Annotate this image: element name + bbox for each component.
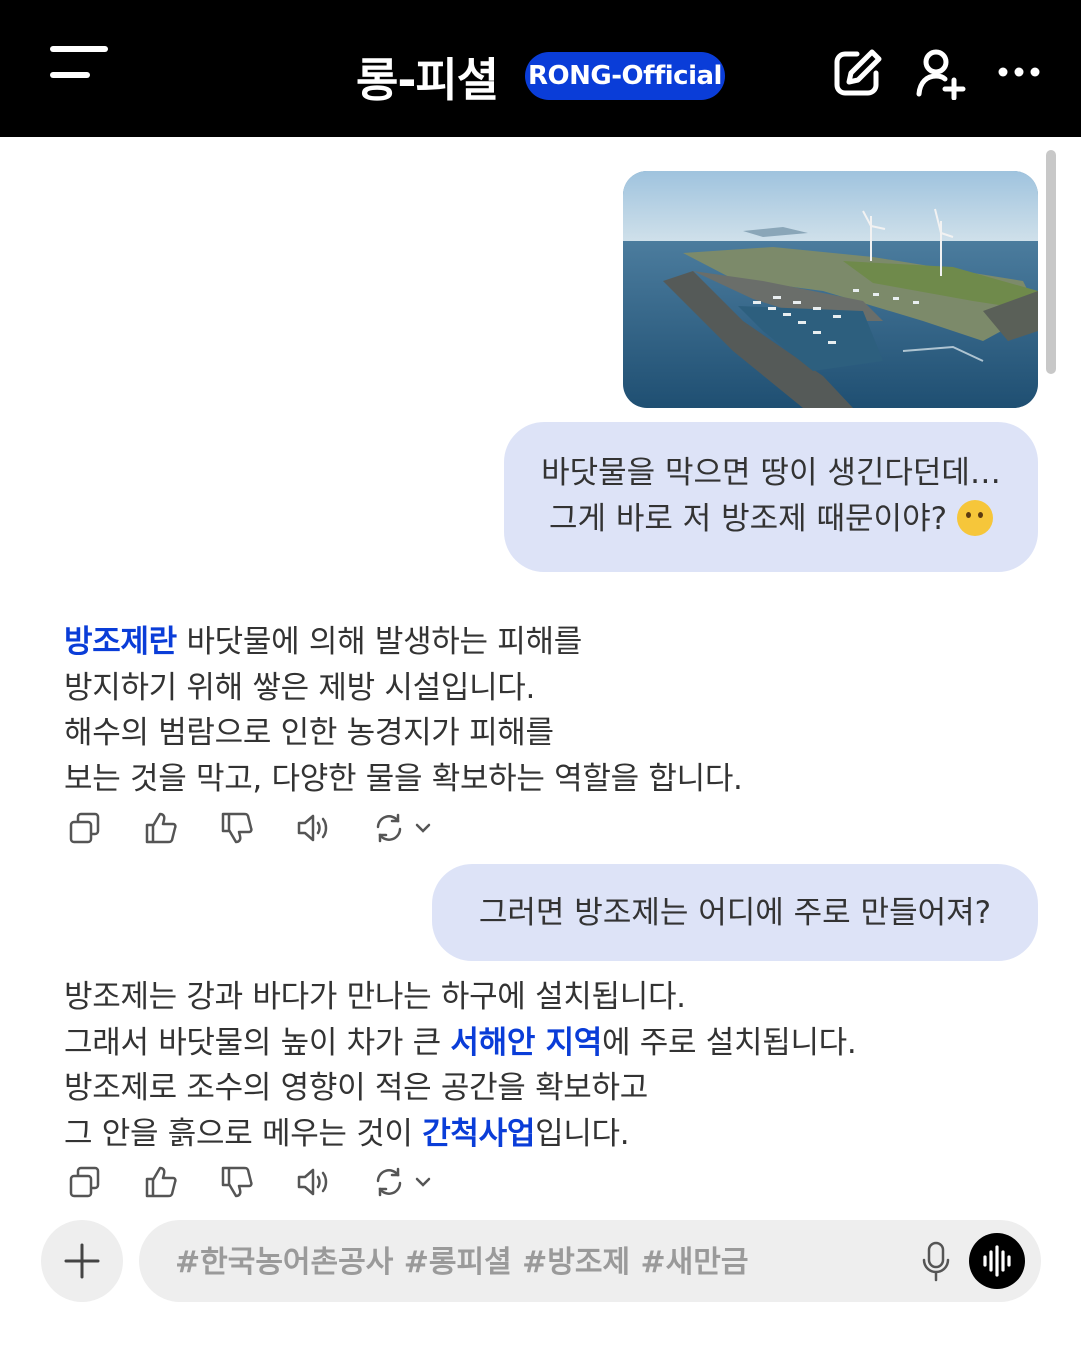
answer-line: 방조제란 바닷물에 의해 발생하는 피해를 [64,620,743,666]
official-badge: RONG-Official [525,52,725,100]
seawall-photo[interactable] [623,171,1038,408]
copy-icon[interactable] [66,810,104,846]
answer-text: 그래서 바닷물의 높이 차가 큰 [64,1024,451,1061]
answer-text: 에 주로 설치됩니다. [602,1024,857,1061]
more-icon[interactable] [994,46,1048,100]
regenerate-icon[interactable] [370,1164,440,1200]
speaker-icon[interactable] [294,1164,332,1200]
voice-mode-button[interactable] [969,1233,1025,1289]
top-bar: 롱-피셜 RONG-Official [0,0,1081,137]
message-input[interactable] [173,1220,917,1304]
answer-line: 그 안을 흙으로 메우는 것이 간척사업입니다. [64,1112,856,1158]
copy-icon[interactable] [66,1164,104,1200]
user-message-text: 그게 바로 저 방조제 때문이야? [548,501,948,537]
answer-text: 바닷물에 의해 발생하는 피해를 [176,624,582,660]
assistant-message: 방조제란 바닷물에 의해 발생하는 피해를 방지하기 위해 쌓은 제방 시설입니… [64,620,743,802]
answer-line: 방조제는 강과 바다가 만나는 하구에 설치됩니다. [64,979,686,1015]
regenerate-icon[interactable] [370,810,440,846]
message-actions [66,810,446,846]
answer-line: 그래서 바닷물의 높이 차가 큰 서해안 지역에 주로 설치됩니다. [64,1021,857,1067]
chat-title: 롱-피셜 [356,53,499,107]
sound-wave-icon [983,1245,1011,1277]
thumbs-up-icon[interactable] [142,1164,180,1200]
answer-line: 해수의 범람으로 인한 농경지가 피해를 [64,715,554,751]
user-message-bubble: 바닷물을 막으면 땅이 생긴다던데… 그게 바로 저 방조제 때문이야? [504,422,1038,572]
answer-line: 방지하기 위해 쌓은 제방 시설입니다. [64,669,536,706]
microphone-icon[interactable] [921,1240,951,1282]
highlight-term: 서해안 지역 [450,1024,603,1061]
message-composer [139,1220,1041,1304]
thinking-face-icon [957,499,994,536]
highlight-term: 방조제란 [64,624,177,660]
user-message-line: 그게 바로 저 방조제 때문이야? [504,496,1038,542]
answer-text: 그 안을 흙으로 메우는 것이 [64,1115,423,1152]
speaker-icon[interactable] [294,810,332,846]
scrollbar[interactable] [1046,150,1056,374]
assistant-message: 방조제는 강과 바다가 만나는 하구에 설치됩니다. 그래서 바닷물의 높이 차… [64,975,857,1158]
highlight-term: 간척사업 [422,1115,536,1152]
thumbs-up-icon[interactable] [142,810,180,846]
answer-text: 입니다. [535,1115,630,1152]
thumbs-down-icon[interactable] [218,810,256,846]
answer-line: 방조제로 조수의 영향이 적은 공간을 확보하고 [64,1070,648,1106]
attach-button[interactable] [41,1220,123,1302]
thumbs-down-icon[interactable] [218,1164,256,1200]
user-message-bubble: 그러면 방조제는 어디에 주로 만들어져? [432,864,1038,961]
plus-icon [64,1243,100,1279]
user-message-line: 바닷물을 막으면 땅이 생긴다던데… [541,455,1001,491]
answer-line: 보는 것을 막고, 다양한 물을 확보하는 역할을 합니다. [64,760,743,797]
edit-icon[interactable] [830,46,884,100]
add-user-icon[interactable] [914,46,968,100]
user-message-text: 그러면 방조제는 어디에 주로 만들어져? [478,894,992,931]
message-actions [66,1164,446,1200]
